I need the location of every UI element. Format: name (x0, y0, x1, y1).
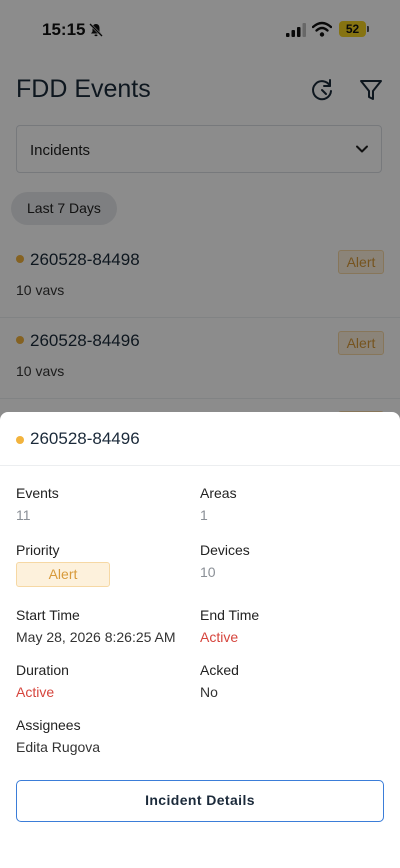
priority-label: Priority (16, 542, 60, 558)
start-time-label: Start Time (16, 607, 80, 623)
devices-label: Devices (200, 542, 250, 558)
assignees-label: Assignees (16, 717, 81, 733)
priority-badge: Alert (16, 562, 110, 587)
sheet-header: 260528-84496 (0, 412, 400, 466)
duration-label: Duration (16, 662, 69, 678)
incident-bottom-sheet: 260528-84496 Events 11 Areas 1 Priority … (0, 412, 400, 868)
devices-value: 10 (200, 564, 216, 580)
duration-value: Active (16, 684, 55, 700)
assignees-value: Edita Rugova (16, 739, 101, 755)
start-time-value: May 28, 2026 8:26:25 AM (16, 629, 176, 645)
end-time-value: Active (200, 629, 239, 645)
end-time-label: End Time (200, 607, 260, 623)
sheet-incident-id: 260528-84496 (30, 429, 140, 448)
acked-label: Acked (200, 662, 239, 678)
events-value: 11 (16, 507, 31, 523)
areas-value: 1 (200, 507, 208, 523)
areas-label: Areas (200, 485, 237, 501)
incident-details-button[interactable]: Incident Details (16, 780, 384, 822)
events-label: Events (16, 485, 59, 501)
acked-value: No (200, 684, 218, 700)
status-dot (16, 436, 24, 444)
